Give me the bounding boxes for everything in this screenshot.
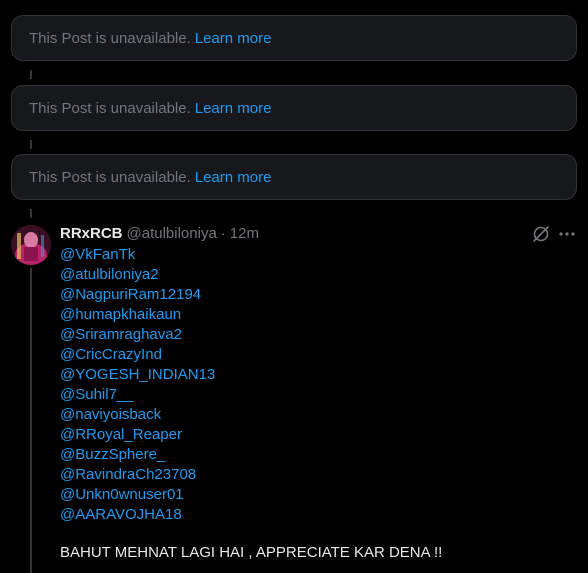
unavailable-post-card: This Post is unavailable. Learn more [11,85,577,131]
mention-link[interactable]: @naviyoisback [60,405,215,425]
mention-link[interactable]: @VkFanTk [60,245,215,265]
mention-link[interactable]: @AARAVOJHA18 [60,505,215,525]
mention-link[interactable]: @humapkhaikaun [60,305,215,325]
post-timestamp[interactable]: 12m [230,225,259,242]
thread-connector [30,209,32,218]
thread-connector [30,140,32,149]
avatar[interactable] [11,225,51,265]
thread-connector [30,268,32,573]
timeline: This Post is unavailable. Learn more Thi… [0,0,588,573]
grok-icon[interactable] [531,224,551,244]
mention-list: @VkFanTk @atulbiloniya2 @NagpuriRam12194… [60,245,215,525]
mention-link[interactable]: @Sriramraghava2 [60,325,215,345]
mention-link[interactable]: @NagpuriRam12194 [60,285,215,305]
more-icon[interactable] [557,224,577,244]
mention-link[interactable]: @RavindraCh23708 [60,465,215,485]
unavailable-message: This Post is unavailable. [29,29,191,47]
avatar-image [11,225,51,265]
display-name[interactable]: RRxRCB [60,225,123,242]
mention-link[interactable]: @YOGESH_INDIAN13 [60,365,215,385]
unavailable-post-card: This Post is unavailable. Learn more [11,154,577,200]
user-handle[interactable]: @atulbiloniya [127,225,217,242]
mention-link[interactable]: @RRoyal_Reaper [60,425,215,445]
learn-more-link[interactable]: Learn more [195,30,272,47]
unavailable-post-card: This Post is unavailable. Learn more [11,15,577,61]
mention-link[interactable]: @BuzzSphere_ [60,445,215,465]
post-text: BAHUT MEHNAT LAGI HAI , APPRECIATE KAR D… [60,544,443,561]
mention-link[interactable]: @atulbiloniya2 [60,265,215,285]
unavailable-message: This Post is unavailable. [29,168,191,186]
thread-connector [30,70,32,79]
learn-more-link[interactable]: Learn more [195,100,272,117]
mention-link[interactable]: @Suhil7__ [60,385,215,405]
separator-dot: · [220,224,226,242]
mention-link[interactable]: @CricCrazyInd [60,345,215,365]
unavailable-message: This Post is unavailable. [29,99,191,117]
mention-link[interactable]: @Unkn0wnuser01 [60,485,215,505]
learn-more-link[interactable]: Learn more [195,169,272,186]
post-header: RRxRCB @atulbiloniya · 12m [60,224,259,242]
